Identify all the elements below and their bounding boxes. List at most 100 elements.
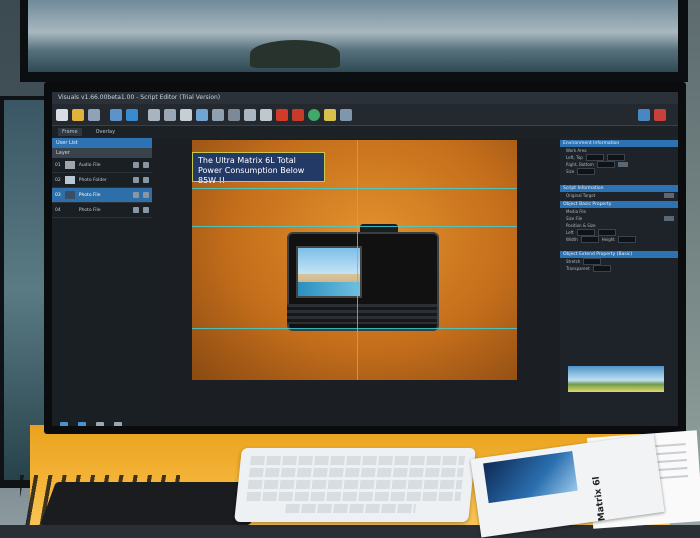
device-screen [296,246,362,298]
save-icon[interactable] [88,108,100,121]
design-canvas[interactable]: The Ultra Matrix 6L Total Power Consumpt… [192,140,517,380]
property-row: Transparent [560,265,678,272]
visibility-icon[interactable] [133,207,139,213]
user-list-panel: User List Layer 01 Audio File 02 Photo F… [52,138,152,426]
brochure-image [483,451,578,504]
lock-icon[interactable] [143,162,149,168]
antenna-icon[interactable] [340,108,352,121]
guide-line-vertical[interactable] [357,140,358,380]
globe-icon[interactable] [308,108,320,121]
key-row [248,468,464,477]
open-folder-icon[interactable] [72,108,84,121]
property-button[interactable] [664,216,674,221]
layer-index: 01 [55,162,61,168]
top-monitor-screen [28,0,678,72]
layer-label: Photo Folder [78,177,107,183]
tab-overlay[interactable]: Overlay [92,128,119,136]
property-label: Width [566,237,578,242]
visibility-icon[interactable] [133,192,139,198]
photo-preview [568,366,664,392]
property-field[interactable] [606,154,625,161]
visibility-icon[interactable] [133,162,139,168]
device-base [287,304,437,324]
key-row [247,480,463,489]
user-list-header: User List [52,138,152,148]
left-monitor-screen [4,100,48,480]
layers-icon[interactable] [164,108,176,121]
clock-icon[interactable] [324,108,336,121]
media-player-box [40,482,266,525]
layer-row[interactable]: 02 Photo Folder [52,173,152,188]
app-title: Visuals v1.66.00beta1.00 - Script Editor… [58,94,221,101]
top-monitor-island [250,40,340,68]
property-button[interactable] [664,193,674,198]
property-row: Width Height [560,236,678,243]
photo-thumb-icon [64,191,75,199]
guide-line-horizontal[interactable] [192,328,517,329]
layer-index: 02 [55,177,61,183]
main-monitor-screen: Visuals v1.66.00beta1.00 - Script Editor… [52,92,678,426]
app-toolbar [52,104,678,126]
device-screen-sea [298,282,360,296]
lock-icon[interactable] [143,177,149,183]
property-label: Work Area [566,148,587,153]
properties-section-header: Object Extend Property (Basic) [560,251,678,258]
property-label: Size [566,169,575,174]
property-field[interactable] [580,236,599,243]
device-screen-sky [298,248,360,274]
ticker-icon[interactable] [260,108,272,121]
guide-line-horizontal[interactable] [192,226,517,227]
property-label: Position & Size [566,223,596,228]
properties-panel: Environment Information Work Area Left, … [560,138,678,426]
folder-icon [64,176,75,184]
lock-icon[interactable] [143,207,149,213]
export-icon[interactable] [638,108,650,121]
move-down-icon[interactable] [78,422,86,426]
property-field[interactable] [596,161,615,168]
calendar-icon[interactable] [654,108,666,121]
keyboard [234,448,476,522]
brochure-text: Matrix 6l [591,475,608,522]
layer-label: Photo File [78,207,101,213]
property-field[interactable] [617,236,636,243]
guide-line-horizontal[interactable] [192,188,517,189]
image-icon[interactable] [148,108,160,121]
layer-row[interactable]: 01 Audio File [52,158,152,173]
banner-text-object[interactable]: The Ultra Matrix 6L Total Power Consumpt… [192,152,325,185]
photo-icon[interactable] [228,108,240,121]
zoom-icon[interactable] [110,108,122,121]
flash-alt-icon[interactable] [292,108,304,121]
property-button[interactable] [617,162,628,167]
visibility-icon[interactable] [133,177,139,183]
property-field[interactable] [585,154,604,161]
property-field[interactable] [592,265,611,272]
device-image-object[interactable] [287,232,439,331]
property-field[interactable] [597,229,616,236]
property-field[interactable] [577,168,596,175]
copy-icon[interactable] [96,422,104,426]
key-row [285,504,417,513]
paste-icon[interactable] [114,422,122,426]
property-label: Original Target [566,193,596,198]
video-icon[interactable] [196,108,208,121]
layer-index: 04 [55,207,61,213]
property-row: Size File [560,215,678,222]
layer-row[interactable]: 04 Photo File [52,203,152,218]
rotate-icon[interactable] [212,108,224,121]
property-field[interactable] [583,258,602,265]
arrow-icon[interactable] [244,108,256,121]
editor-tabs: Frame Overlay [52,126,678,137]
monitor-icon[interactable] [126,108,138,121]
move-up-icon[interactable] [60,422,68,426]
new-file-icon[interactable] [56,108,68,121]
property-field[interactable] [576,229,595,236]
tab-frame[interactable]: Frame [58,127,82,136]
layer-row[interactable]: 03 Photo File [52,188,152,203]
lock-icon[interactable] [143,192,149,198]
flash-icon[interactable] [276,108,288,121]
properties-section-header: Environment Information [560,140,678,147]
property-label: Transparent [566,266,590,271]
layer-label: Audio File [78,162,101,168]
property-label: Stretch [566,259,581,264]
text-icon[interactable] [180,108,192,121]
